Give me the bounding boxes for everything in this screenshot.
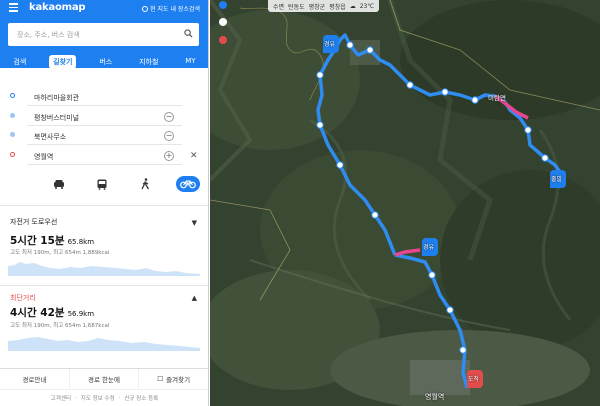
route-guide-button[interactable]: 경로안내 bbox=[0, 369, 70, 388]
waypoint-marker-icon bbox=[10, 112, 15, 118]
tab-subway[interactable]: 지하철 bbox=[135, 55, 162, 69]
waypoint-marker-icon bbox=[10, 132, 15, 137]
walk-icon bbox=[140, 178, 149, 190]
expand-arrow-icon[interactable]: ▲ bbox=[192, 294, 197, 302]
footer: 고객센터 · 지도 정보 수정 · 신규 장소 등록 bbox=[0, 389, 208, 406]
map-location-bar: 수면 턴동도 평창군 평창읍 ☁ 23℃ bbox=[268, 0, 380, 12]
route-option[interactable]: 최단거리 ▲ 4시간 42분 56.9km 고도 최저 190m, 최고 654m… bbox=[0, 285, 208, 365]
route-panel: kakaomap 현 지도 내 장소검색 장소, 주소, 버스 검색 검색 길찾… bbox=[0, 0, 209, 406]
station-label: 영월역 bbox=[425, 393, 445, 401]
car-icon bbox=[54, 180, 64, 189]
route-detail: 고도 최저 190m, 최고 654m 1,687kcal bbox=[10, 323, 110, 329]
temperature: 23℃ bbox=[359, 2, 375, 10]
elevation-profile bbox=[8, 262, 200, 276]
bookmark-icon: ☐ bbox=[157, 374, 164, 383]
end-marker-icon bbox=[10, 151, 15, 157]
route-time: 5시간 15분 65.8km bbox=[10, 235, 95, 247]
bottom-action-bar: 경로안내 경로 한눈에 ☐ 즐겨찾기 bbox=[0, 368, 208, 388]
tab-bar: 검색 길찾기 버스 지하철 MY bbox=[0, 55, 208, 69]
remove-waypoint-icon[interactable]: − bbox=[164, 111, 174, 122]
map-control-pins[interactable] bbox=[218, 0, 228, 50]
end-pin[interactable]: 도착 bbox=[467, 370, 483, 388]
satellite-map[interactable] bbox=[210, 0, 600, 406]
start-pin[interactable]: 출발 bbox=[550, 170, 566, 188]
collapse-arrow-icon[interactable]: ▼ bbox=[192, 219, 197, 227]
waypoint-field[interactable]: 영월역 bbox=[27, 148, 182, 165]
waypoint-mid: 북면사무소 − bbox=[0, 127, 208, 147]
location-crumb[interactable]: 평창읍 bbox=[329, 2, 346, 11]
route-title: 자전거 도로우선 bbox=[10, 218, 58, 226]
route-title: 최단거리 bbox=[10, 294, 36, 302]
route-option[interactable]: 자전거 도로우선 ▼ 5시간 15분 65.8km 고도 최저 190m, 최고 … bbox=[0, 205, 208, 285]
map-controls bbox=[218, 0, 228, 52]
waypoint-start: 마하리마을회관 bbox=[0, 88, 208, 108]
footer-link[interactable]: 지도 정보 수정 bbox=[81, 394, 115, 402]
menu-icon[interactable] bbox=[9, 3, 18, 12]
mode-bike[interactable] bbox=[176, 176, 200, 192]
bus-icon bbox=[97, 179, 107, 190]
logo: kakaomap bbox=[29, 2, 86, 13]
add-waypoint-icon[interactable]: + bbox=[164, 150, 174, 161]
location-crumb[interactable]: 평창군 bbox=[309, 2, 326, 11]
map-area-search-label: 현 지도 내 장소검색 bbox=[150, 6, 200, 13]
route-time: 4시간 42분 56.9km bbox=[10, 307, 95, 319]
route-overview-button[interactable]: 경로 한눈에 bbox=[70, 369, 140, 388]
waypoint-end: 영월역 + bbox=[0, 147, 208, 167]
map-area-search-toggle[interactable]: 현 지도 내 장소검색 bbox=[142, 4, 200, 13]
location-crumb[interactable]: 수면 bbox=[273, 2, 284, 11]
waypoint-pin[interactable]: 경유 bbox=[323, 35, 339, 53]
start-marker-icon bbox=[10, 93, 15, 98]
mode-bus[interactable] bbox=[90, 176, 114, 192]
waypoint-mid: 평창버스터미널 − bbox=[0, 108, 208, 128]
search-icon[interactable] bbox=[184, 29, 193, 38]
tab-directions[interactable]: 길찾기 bbox=[49, 55, 77, 69]
check-icon bbox=[142, 5, 149, 12]
tab-my[interactable]: MY bbox=[181, 55, 199, 69]
favorite-button[interactable]: ☐ 즐겨찾기 bbox=[139, 369, 208, 388]
elevation-profile bbox=[8, 337, 200, 351]
bike-icon bbox=[180, 180, 196, 189]
route-detail: 고도 최저 190m, 최고 654m 1,889kcal bbox=[10, 250, 110, 256]
remove-waypoint-icon[interactable]: − bbox=[164, 131, 174, 141]
place-label: 미탄면 bbox=[488, 94, 506, 102]
map-view[interactable]: 수면 턴동도 평창군 평창읍 ☁ 23℃ 경유 출발 경유 도착 미탄면 영월역 bbox=[210, 0, 600, 406]
tab-search[interactable]: 검색 bbox=[9, 55, 30, 69]
mode-walk[interactable] bbox=[133, 176, 157, 192]
waypoint-field[interactable]: 평창버스터미널 bbox=[27, 109, 182, 126]
transport-mode-bar bbox=[0, 176, 208, 192]
waypoint-field[interactable]: 마하리마을회관 bbox=[27, 89, 182, 106]
mode-car[interactable] bbox=[47, 176, 71, 192]
waypoint-field[interactable]: 북면사무소 bbox=[27, 128, 182, 145]
top-bar: kakaomap 현 지도 내 장소검색 장소, 주소, 버스 검색 검색 길찾… bbox=[0, 0, 208, 69]
close-icon[interactable]: ✕ bbox=[190, 151, 198, 161]
location-crumb[interactable]: 턴동도 bbox=[288, 2, 305, 11]
search-placeholder: 장소, 주소, 버스 검색 bbox=[17, 30, 80, 39]
search-input[interactable]: 장소, 주소, 버스 검색 bbox=[8, 23, 199, 46]
tab-bus[interactable]: 버스 bbox=[95, 55, 116, 69]
weather-icon: ☁ bbox=[349, 2, 356, 10]
footer-link[interactable]: 신규 장소 등록 bbox=[124, 394, 158, 402]
footer-link[interactable]: 고객센터 bbox=[51, 394, 71, 402]
waypoint-list: 마하리마을회관 평창버스터미널 − 북면사무소 − 영월역 + bbox=[0, 88, 208, 167]
waypoint-pin[interactable]: 경유 bbox=[422, 238, 438, 256]
